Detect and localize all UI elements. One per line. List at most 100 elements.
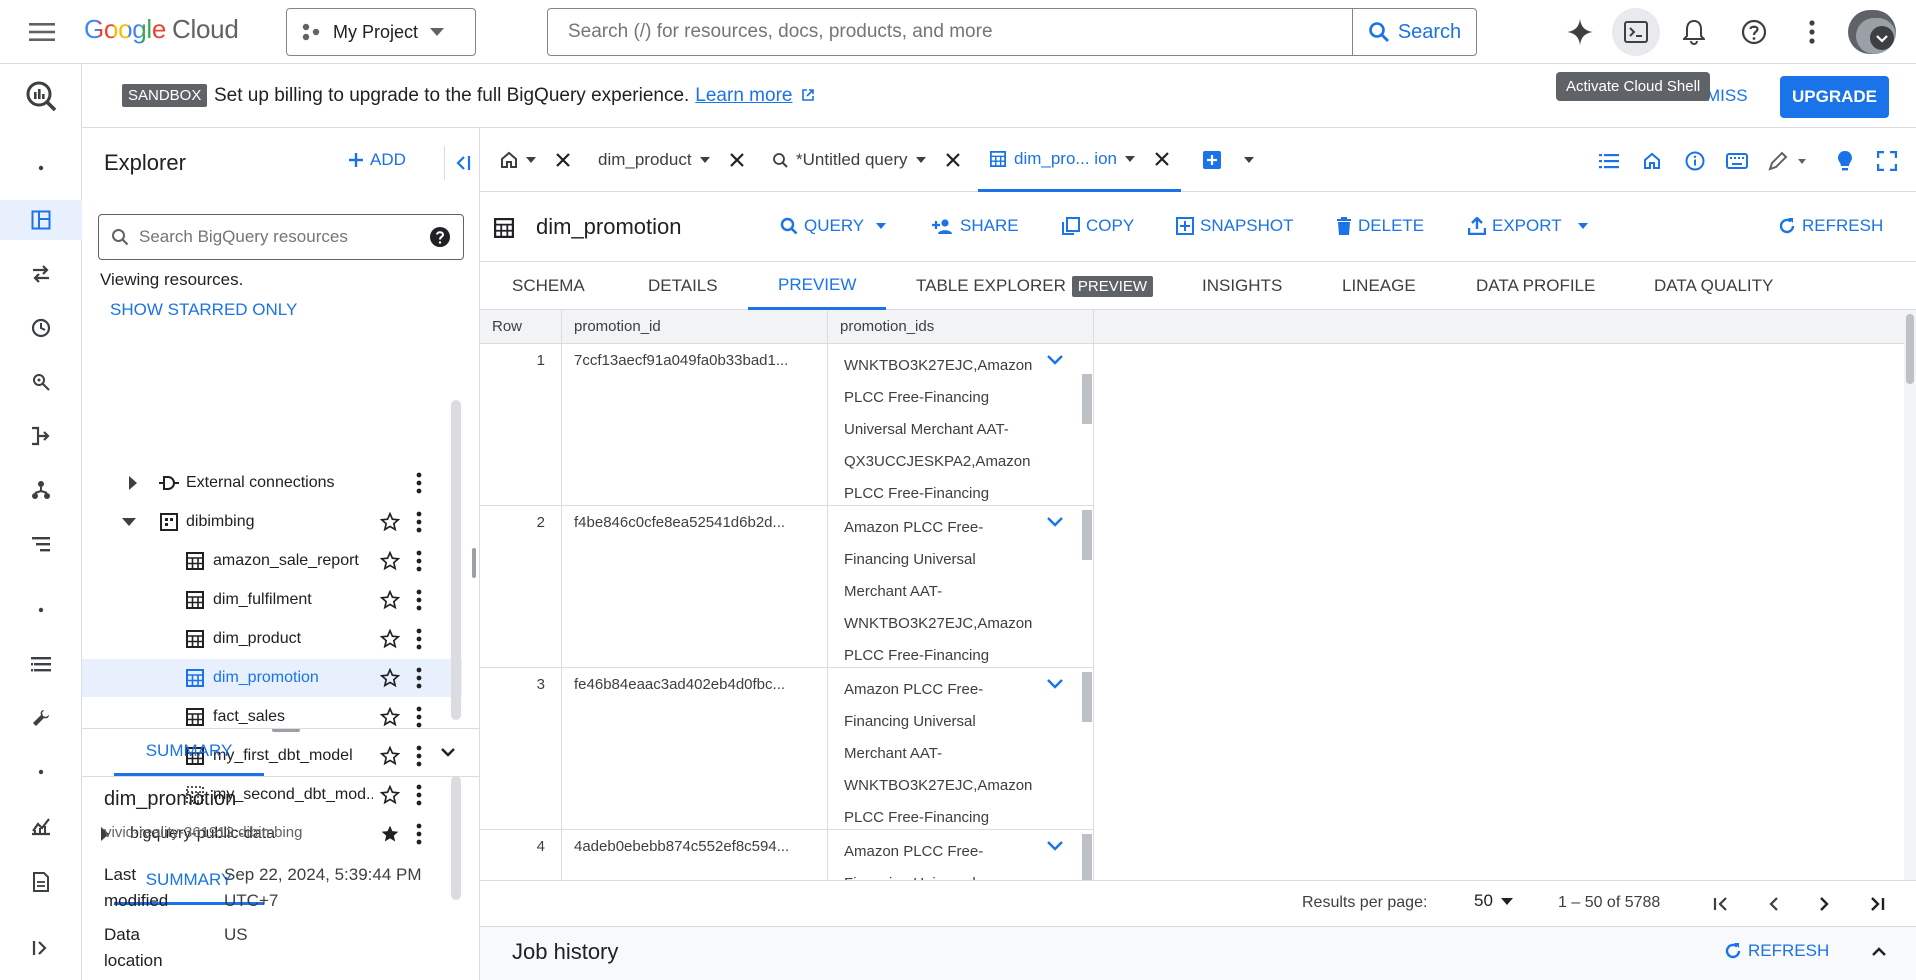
fullscreen-icon[interactable] [1874,148,1900,174]
home-icon[interactable] [1639,148,1665,174]
tree-item-table[interactable]: dim_product [82,620,462,658]
caret-down-icon[interactable] [526,157,536,163]
search-input[interactable] [548,9,1352,55]
tree-item-table-selected[interactable]: dim_promotion [82,659,462,697]
tab-preview[interactable]: PREVIEW [748,262,887,310]
cell-scrollbar[interactable] [1082,672,1092,722]
share-button[interactable]: SHARE [932,216,1019,236]
pipelines-icon[interactable] [0,470,82,510]
more-vert-icon[interactable] [416,667,422,689]
dismiss-button[interactable]: MISS [1706,86,1748,106]
monitoring-icon[interactable] [0,806,82,846]
explorer-scrollbar[interactable] [451,400,461,720]
list-view-icon[interactable] [1596,148,1622,174]
jobs-explorer-icon[interactable] [0,644,82,684]
tree-item-table[interactable]: amazon_sale_report [82,542,462,580]
chevron-up-icon[interactable] [1866,939,1892,965]
tab-insights[interactable]: INSIGHTS [1202,262,1282,310]
more-vert-icon[interactable] [416,706,422,728]
more-vert-icon[interactable] [416,511,422,533]
tab-untitled-query[interactable]: *Untitled query [772,128,960,192]
results-per-page-select[interactable]: 50 [1474,891,1513,911]
star-outline-icon[interactable] [380,512,400,532]
collapse-panel-icon[interactable] [444,146,478,180]
tree-item-external-connections[interactable]: External connections [82,464,462,502]
help-icon[interactable] [1734,12,1774,52]
tab-home[interactable] [500,128,570,192]
tab-schema[interactable]: SCHEMA [512,262,585,310]
star-outline-icon[interactable] [380,785,400,805]
chevron-right-icon[interactable] [128,476,138,490]
first-page-icon[interactable] [1708,891,1734,917]
info-icon[interactable] [1682,148,1708,174]
cell-scrollbar[interactable] [1082,510,1092,560]
panel-width-handle[interactable] [472,548,476,578]
star-outline-icon[interactable] [380,707,400,727]
prev-page-icon[interactable] [1760,891,1786,917]
caret-down-icon[interactable] [699,157,710,163]
more-vert-icon[interactable] [416,823,422,845]
google-cloud-logo[interactable]: Google Cloud [84,14,239,45]
upgrade-button[interactable]: UPGRADE [1780,76,1889,118]
show-starred-toggle[interactable]: SHOW STARRED ONLY [110,300,297,320]
expand-cell-icon[interactable] [1046,516,1064,528]
expand-cell-icon[interactable] [1046,354,1064,366]
wrench-icon[interactable] [0,698,82,738]
add-button[interactable]: ADD [348,150,406,170]
notifications-icon[interactable] [1674,12,1714,52]
tab-data-quality[interactable]: DATA QUALITY [1654,262,1773,310]
new-tab-button[interactable] [1202,128,1254,192]
tab-table-explorer[interactable]: TABLE EXPLORER PREVIEW [916,262,1154,310]
star-outline-icon[interactable] [380,629,400,649]
close-icon[interactable] [556,153,570,167]
cloud-shell-icon[interactable] [1612,8,1660,56]
more-vert-icon[interactable] [416,784,422,806]
release-notes-icon[interactable] [0,862,82,902]
summary-scrollbar[interactable] [451,776,461,900]
dataform-icon[interactable] [0,416,82,456]
analytics-hub-icon[interactable] [0,362,82,402]
caret-down-icon[interactable] [915,157,926,163]
cell-scrollbar[interactable] [1082,374,1092,424]
close-icon[interactable] [729,153,744,167]
next-page-icon[interactable] [1812,891,1838,917]
more-vert-icon[interactable] [416,628,422,650]
search-button[interactable]: Search [1352,9,1476,55]
partner-center-icon[interactable] [0,524,82,564]
more-vert-icon[interactable] [416,550,422,572]
column-header-promotion-id[interactable]: promotion_id [562,310,828,344]
expand-rail-icon[interactable] [0,928,82,968]
close-icon[interactable] [1155,151,1169,166]
star-outline-icon[interactable] [380,668,400,688]
table-cell[interactable]: 7ccf13aecf91a049fa0b33bad1... [562,344,828,506]
table-cell[interactable]: Amazon PLCC Free- Financing Universal Me… [828,506,1094,668]
project-picker[interactable]: My Project [286,8,476,56]
star-filled-icon[interactable] [380,824,400,844]
table-cell[interactable]: fe46b84eaac3ad402eb4d0fbc... [562,668,828,830]
table-cell[interactable]: Amazon PLCC Free- Financing Universal Me… [828,668,1094,830]
table-cell[interactable]: Amazon PLCC Free- Financing Universal [828,830,1094,880]
grid-scrollbar[interactable] [1904,310,1916,880]
delete-button[interactable]: DELETE [1336,216,1424,236]
export-button[interactable]: EXPORT [1468,216,1588,236]
cell-scrollbar[interactable] [1082,834,1092,880]
help-icon[interactable] [429,226,451,248]
close-icon[interactable] [945,153,960,167]
snapshot-button[interactable]: SNAPSHOT [1176,216,1294,236]
job-history-panel[interactable]: Job history REFRESH [480,926,1916,980]
star-outline-icon[interactable] [380,551,400,571]
caret-down-icon[interactable] [1125,155,1135,162]
menu-icon[interactable] [22,16,62,48]
scheduled-queries-icon[interactable] [0,308,82,348]
learn-more-link[interactable]: Learn more [695,85,792,106]
last-page-icon[interactable] [1864,891,1890,917]
bigquery-logo-icon[interactable] [0,68,82,124]
star-outline-icon[interactable] [380,590,400,610]
more-vert-icon[interactable] [1792,12,1832,52]
avatar[interactable] [1848,10,1896,54]
chevron-down-icon[interactable] [122,517,136,527]
explorer-search-input[interactable] [139,227,419,247]
more-vert-icon[interactable] [416,472,422,494]
job-history-refresh-button[interactable]: REFRESH [1724,941,1829,961]
lightbulb-icon[interactable] [1832,148,1858,174]
